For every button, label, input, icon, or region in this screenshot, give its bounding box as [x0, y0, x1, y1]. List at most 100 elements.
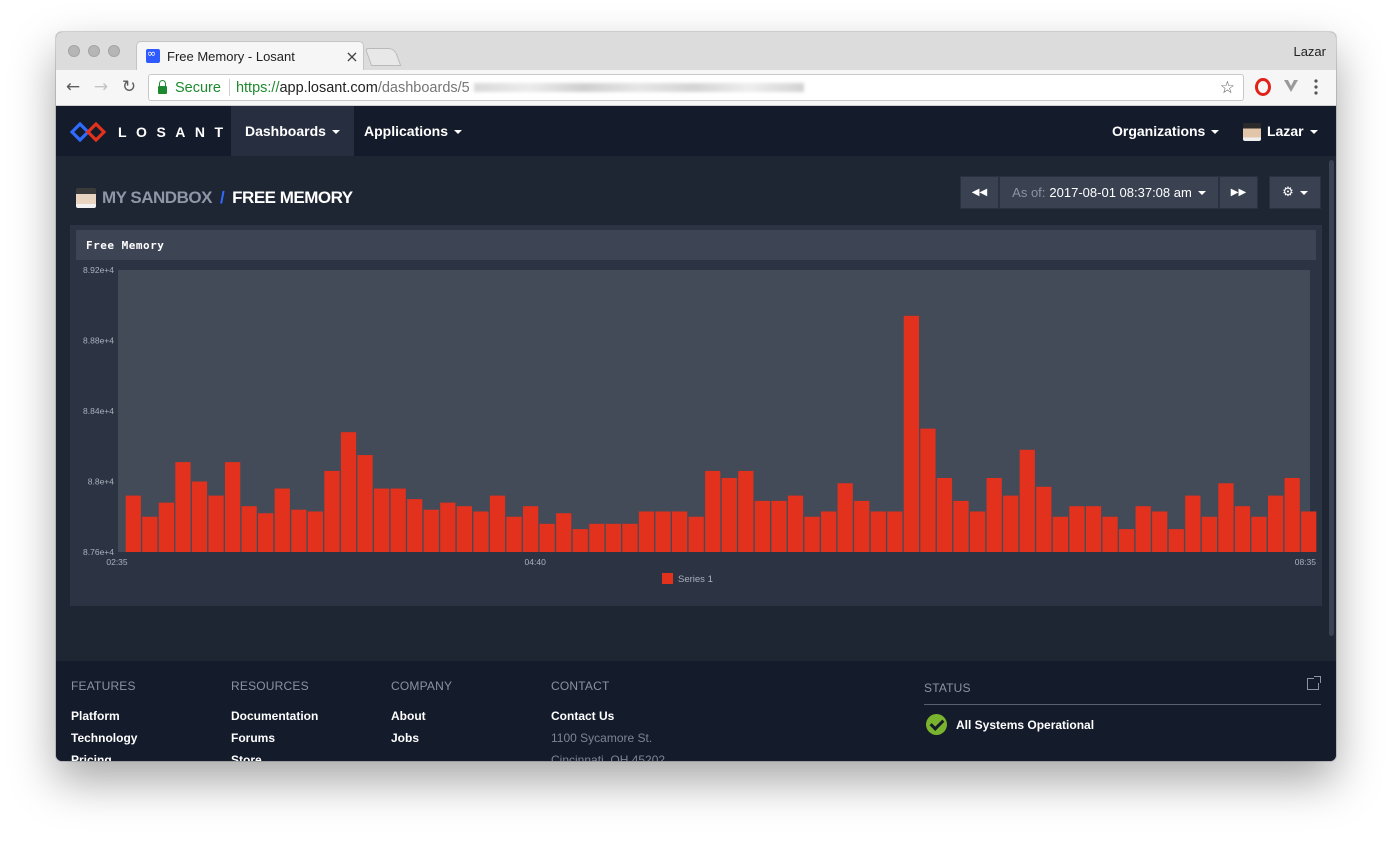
chart-bar — [241, 506, 257, 552]
time-rewind-button[interactable]: ◀◀ — [960, 176, 999, 209]
check-circle-icon — [926, 714, 947, 735]
legend-label: Series 1 — [678, 574, 713, 585]
sandbox-avatar — [76, 188, 96, 208]
user-avatar — [1243, 123, 1261, 142]
chart-bar — [1218, 483, 1234, 552]
chart-bar — [1019, 449, 1035, 552]
redacted-url-segment — [473, 83, 804, 92]
chart-bar — [208, 495, 224, 552]
chart-bar — [721, 477, 737, 552]
logo-text: LOSANT — [118, 124, 233, 140]
chart-bar — [456, 506, 473, 552]
chart-bar — [903, 315, 920, 552]
chart-bar — [191, 481, 208, 552]
browser-profile-name[interactable]: Lazar — [1293, 44, 1326, 59]
chart-bar — [1185, 495, 1201, 552]
chart-bar — [688, 516, 704, 552]
external-link-icon[interactable] — [1307, 676, 1321, 690]
footer-heading: FEATURES — [71, 679, 136, 693]
back-arrow-icon[interactable]: ← — [62, 76, 84, 98]
footer-link[interactable]: Platform — [71, 709, 137, 731]
chart-bar — [1152, 511, 1168, 552]
time-forward-button[interactable]: ▶▶ — [1219, 176, 1258, 209]
window-minimize-button[interactable] — [88, 45, 100, 57]
contact-us-link[interactable]: Contact Us — [551, 709, 665, 731]
site-footer: FEATURES Platform Technology Pricing RES… — [56, 661, 1336, 761]
url-path: /dashboards/5 — [377, 79, 470, 96]
footer-link[interactable]: Forums — [231, 731, 318, 753]
opera-extension-icon[interactable] — [1255, 78, 1271, 96]
browser-tab[interactable]: Free Memory - Losant × — [136, 41, 364, 70]
footer-link[interactable]: Documentation — [231, 709, 318, 731]
chart-bar — [125, 495, 141, 552]
chart-bar — [357, 455, 373, 552]
chart-bar — [837, 483, 853, 552]
chart-bar — [440, 502, 456, 552]
browser-menu-icon[interactable] — [1313, 78, 1319, 96]
y-tick-label: 8.8e+4 — [88, 477, 115, 487]
reload-icon[interactable]: ↻ — [118, 76, 140, 98]
y-tick-label: 8.88e+4 — [83, 336, 114, 346]
v-extension-icon[interactable] — [1283, 78, 1299, 94]
caret-down-icon — [454, 130, 463, 135]
breadcrumb-sandbox[interactable]: MY SANDBOX — [102, 188, 212, 208]
window-close-button[interactable] — [68, 45, 80, 57]
nav-dashboards[interactable]: Dashboards — [231, 106, 354, 156]
page-scrollbar[interactable] — [1327, 156, 1336, 661]
scrollbar-thumb[interactable] — [1329, 160, 1334, 636]
chart-bar — [1003, 495, 1019, 552]
chart-bar — [175, 462, 191, 552]
chart-bar — [804, 516, 820, 552]
chart-bar — [1069, 506, 1085, 552]
footer-heading: STATUS — [924, 681, 971, 695]
caret-down-icon — [1197, 190, 1206, 195]
footer-link[interactable]: Technology — [71, 731, 137, 753]
caret-down-icon — [1299, 190, 1308, 195]
new-tab-button[interactable] — [364, 48, 402, 66]
nav-user-menu[interactable]: Lazar — [1229, 106, 1332, 156]
chart-bar — [324, 470, 340, 552]
chart-bar — [1085, 506, 1102, 552]
bookmark-star-icon[interactable]: ☆ — [1220, 78, 1235, 98]
footer-link[interactable]: Pricing — [71, 753, 137, 761]
as-of-time-dropdown[interactable]: As of: 2017-08-01 08:37:08 am — [999, 176, 1219, 209]
caret-down-icon — [1211, 130, 1220, 135]
footer-link[interactable]: Jobs — [391, 731, 452, 753]
footer-link[interactable]: Store — [231, 753, 318, 761]
chart-bar — [1118, 529, 1135, 552]
address-bar[interactable]: Secure https:// app.losant.com /dashboar… — [148, 74, 1244, 101]
chart-bar — [771, 500, 787, 552]
chart-bar — [870, 511, 886, 552]
caret-down-icon — [1309, 130, 1318, 135]
gear-icon: ⚙ — [1282, 185, 1294, 200]
chart-bar — [1251, 516, 1267, 552]
address-line: 1100 Sycamore St. — [551, 731, 653, 745]
footer-link[interactable]: About — [391, 709, 452, 731]
x-tick-label: 02:35 — [106, 557, 128, 567]
nav-organizations[interactable]: Organizations — [1098, 106, 1233, 156]
browser-toolbar: ← → ↻ Secure https:// app.losant.com /da… — [56, 70, 1336, 106]
nav-applications[interactable]: Applications — [350, 106, 476, 156]
x-tick-label: 04:40 — [525, 557, 547, 567]
chart-bar — [390, 488, 406, 552]
chart-bar — [489, 495, 506, 552]
chart-bar — [655, 511, 671, 552]
chart-bar — [1201, 516, 1218, 552]
chart-bar — [1052, 516, 1069, 552]
chart-bar — [1102, 516, 1118, 552]
chart-bar — [1036, 486, 1052, 552]
chart-bar — [340, 432, 357, 552]
chart-bar — [539, 523, 555, 552]
nav-dashboards-label: Dashboards — [245, 123, 326, 139]
window-zoom-button[interactable] — [108, 45, 120, 57]
lock-icon — [158, 79, 167, 94]
fast-forward-icon: ▶▶ — [1230, 187, 1247, 198]
dashboard-settings-button[interactable]: ⚙ — [1269, 176, 1321, 209]
losant-logo[interactable]: LOSANT — [70, 122, 233, 142]
footer-status: STATUS All Systems Operational — [924, 676, 1321, 735]
chart-bar — [158, 502, 175, 552]
tab-close-icon[interactable]: × — [341, 47, 363, 66]
chart-bar — [589, 523, 605, 552]
forward-arrow-icon[interactable]: → — [90, 76, 112, 98]
status-row[interactable]: All Systems Operational — [924, 714, 1321, 735]
